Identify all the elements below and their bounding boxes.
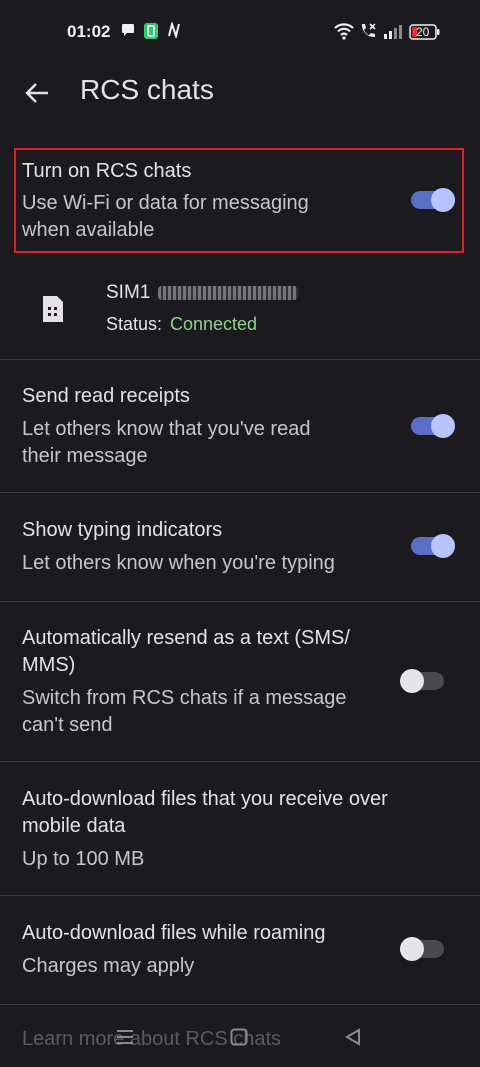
auto-download-title-line2: mobile data	[22, 815, 126, 837]
auto-download-title-line1: Auto-download files that you receive ove…	[22, 788, 388, 810]
nfc-icon	[167, 20, 181, 43]
page-title: RCS chats	[80, 74, 214, 105]
resend-toggle[interactable]	[400, 669, 444, 693]
typing-title: Show typing indicators	[22, 519, 223, 541]
sim-status-value: Connected	[170, 314, 258, 334]
resend-subtitle-line1: Switch from RCS chats if a message	[22, 687, 347, 709]
app-notification-icon	[143, 22, 159, 45]
auto-resend-row[interactable]: Automatically resend as a text (SMS/ MMS…	[0, 615, 480, 760]
read-receipts-subtitle-line2: their message	[22, 445, 148, 467]
navigation-bar	[0, 1010, 480, 1067]
divider	[0, 601, 480, 602]
read-receipts-row[interactable]: Send read receipts Let others know that …	[0, 373, 480, 491]
back-button[interactable]	[20, 76, 54, 110]
highlight-box	[14, 148, 464, 253]
resend-title-line1: Automatically resend as a text (SMS/	[22, 627, 350, 649]
typing-subtitle: Let others know when you're typing	[22, 552, 335, 574]
read-receipts-toggle[interactable]	[411, 414, 455, 438]
resend-subtitle-line2: can't send	[22, 714, 113, 736]
resend-title-line2: MMS)	[22, 654, 76, 676]
roaming-subtitle: Charges may apply	[22, 955, 195, 977]
auto-download-subtitle: Up to 100 MB	[22, 848, 145, 870]
back-icon[interactable]	[344, 1028, 362, 1051]
sim-name: SIM1	[106, 282, 151, 303]
roaming-toggle[interactable]	[400, 937, 444, 961]
read-receipts-subtitle-line1: Let others know that you've read	[22, 418, 311, 440]
divider	[0, 1004, 480, 1005]
battery-level: 20	[416, 25, 430, 39]
status-bar: 01:02 20	[0, 0, 480, 64]
divider	[0, 895, 480, 896]
sim-card-icon	[40, 294, 66, 329]
auto-download-row[interactable]: Auto-download files that you receive ove…	[0, 776, 480, 894]
roaming-title: Auto-download files while roaming	[22, 922, 326, 944]
chat-notification-icon	[121, 22, 135, 43]
back-arrow-icon	[25, 83, 48, 103]
sim-status-label: Status:	[106, 314, 163, 334]
signal-icon	[383, 22, 403, 45]
divider	[0, 761, 480, 762]
menu-icon[interactable]	[116, 1028, 134, 1051]
typing-toggle[interactable]	[411, 534, 455, 558]
read-receipts-title: Send read receipts	[22, 385, 190, 407]
sim-status-row: SIM1 Status: Connected	[0, 270, 480, 358]
app-bar: RCS chats	[0, 64, 480, 120]
call-icon	[359, 22, 377, 45]
divider	[0, 359, 480, 360]
redacted-number	[158, 286, 298, 300]
typing-indicators-row[interactable]: Show typing indicators Let others know w…	[0, 507, 480, 600]
roaming-row[interactable]: Auto-download files while roaming Charge…	[0, 910, 480, 1003]
status-time: 01:02	[67, 22, 111, 41]
divider	[0, 492, 480, 493]
battery-icon: 20	[409, 24, 440, 40]
wifi-icon	[334, 22, 354, 45]
home-icon[interactable]	[230, 1028, 248, 1051]
